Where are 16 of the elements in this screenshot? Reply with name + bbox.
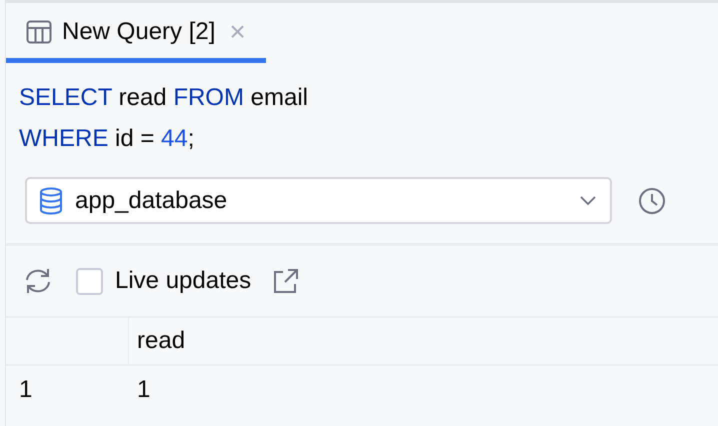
database-dropdown[interactable]: app_database bbox=[25, 177, 612, 224]
sql-line: SELECT read FROM email bbox=[19, 83, 308, 113]
live-updates-checkbox[interactable] bbox=[76, 268, 103, 294]
database-name: app_database bbox=[75, 186, 228, 216]
row-number: 1 bbox=[19, 375, 32, 405]
history-icon[interactable] bbox=[638, 186, 666, 214]
database-icon bbox=[39, 186, 63, 214]
tab-title: New Query [2] bbox=[62, 16, 216, 46]
column-header: read bbox=[137, 326, 186, 356]
query-tab[interactable]: New Query [2] × bbox=[6, 5, 266, 63]
sql-line: WHERE id = 44; bbox=[19, 124, 194, 154]
chevron-down-icon bbox=[580, 196, 596, 206]
live-updates-label: Live updates bbox=[115, 266, 252, 296]
table-icon bbox=[26, 20, 52, 44]
table-cell-text: 1 bbox=[137, 375, 150, 405]
open-external-icon[interactable] bbox=[273, 268, 300, 294]
